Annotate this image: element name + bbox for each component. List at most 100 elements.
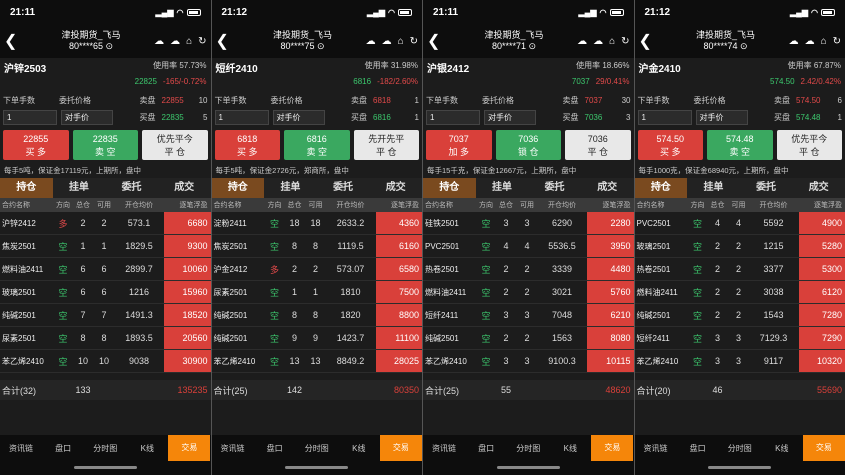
nav-item-3[interactable]: K线	[549, 443, 591, 454]
tab-3[interactable]: 成交	[158, 178, 211, 198]
refresh-icon[interactable]: ↻	[410, 36, 418, 47]
nav-item-4[interactable]: 交易	[591, 435, 634, 461]
table-row[interactable]: 苯乙烯2410 空 3 3 9117 10320	[634, 350, 845, 373]
table-row[interactable]: 热卷2501 空 2 2 3377 5300	[634, 258, 845, 281]
contract-name[interactable]: 沪金2410	[639, 60, 681, 75]
tab-1[interactable]: 挂单	[687, 178, 740, 198]
column-header[interactable]: 逐笔浮盈	[799, 200, 845, 210]
back-icon[interactable]: ❮	[216, 31, 232, 51]
refresh-icon[interactable]: ↻	[198, 36, 206, 47]
contract-name[interactable]: 短纤2410	[216, 60, 258, 75]
tab-0[interactable]: 持仓	[634, 178, 688, 198]
chevron-down-icon[interactable]: ⊙	[317, 41, 325, 51]
nav-item-0[interactable]: 资讯链	[212, 443, 254, 454]
table-row[interactable]: 短纤2411 空 3 3 7048 6210	[423, 304, 634, 327]
order-button-0[interactable]: 574.50 买 多	[637, 130, 703, 160]
tab-3[interactable]: 成交	[792, 178, 845, 198]
column-header[interactable]: 方向	[689, 200, 707, 210]
nav-item-0[interactable]: 资讯链	[0, 443, 42, 454]
table-row[interactable]: 短纤2411 空 3 3 7129.3 7290	[634, 327, 845, 350]
table-row[interactable]: 纯碱2501 空 8 8 1820 8800	[211, 304, 422, 327]
qty-input[interactable]: 1	[426, 110, 480, 125]
order-button-1[interactable]: 6816 卖 空	[284, 130, 350, 160]
cloud-upload-icon[interactable]: ☁	[789, 36, 799, 47]
tab-1[interactable]: 挂单	[264, 178, 317, 198]
column-header[interactable]: 总仓	[495, 200, 517, 210]
tab-0[interactable]: 持仓	[0, 178, 53, 198]
table-row[interactable]: 纯碱2501 空 7 7 1491.3 18520	[0, 304, 211, 327]
table-row[interactable]: PVC2501 空 4 4 5536.5 3950	[423, 235, 634, 258]
column-header[interactable]: 可用	[94, 200, 114, 210]
nav-item-2[interactable]: 分时图	[84, 443, 126, 454]
tab-3[interactable]: 成交	[369, 178, 422, 198]
price-input[interactable]: 对手价	[484, 110, 536, 125]
column-header[interactable]: 方向	[477, 200, 495, 210]
nav-item-3[interactable]: K线	[761, 443, 803, 454]
nav-item-1[interactable]: 盘口	[677, 443, 719, 454]
chevron-down-icon[interactable]: ⊙	[106, 41, 114, 51]
table-row[interactable]: 纯碱2501 空 2 2 1563 8080	[423, 327, 634, 350]
column-header[interactable]: 可用	[517, 200, 537, 210]
tab-3[interactable]: 成交	[581, 178, 634, 198]
table-row[interactable]: 燃料油2411 空 2 2 3038 6120	[634, 281, 845, 304]
tab-2[interactable]: 委托	[740, 178, 793, 198]
chevron-down-icon[interactable]: ⊙	[740, 41, 748, 51]
chevron-down-icon[interactable]: ⊙	[529, 41, 537, 51]
nav-item-0[interactable]: 资讯链	[423, 443, 465, 454]
column-header[interactable]: 可用	[729, 200, 749, 210]
table-row[interactable]: 纯碱2501 空 9 9 1423.7 11100	[211, 327, 422, 350]
column-header[interactable]: 总仓	[707, 200, 729, 210]
nav-item-4[interactable]: 交易	[802, 435, 845, 461]
bank-icon[interactable]: ⌂	[186, 36, 192, 47]
tab-1[interactable]: 挂单	[476, 178, 529, 198]
nav-item-3[interactable]: K线	[126, 443, 168, 454]
column-header[interactable]: 合约名称	[212, 200, 266, 210]
refresh-icon[interactable]: ↻	[621, 36, 629, 47]
column-header[interactable]: 开仓均价	[326, 200, 376, 210]
tab-2[interactable]: 委托	[528, 178, 581, 198]
table-row[interactable]: 尿素2501 空 8 8 1893.5 20560	[0, 327, 211, 350]
nav-item-1[interactable]: 盘口	[42, 443, 84, 454]
order-button-2[interactable]: 先开先平平 仓	[353, 130, 419, 160]
table-row[interactable]: 硅铁2501 空 3 3 6290 2280	[423, 212, 634, 235]
column-header[interactable]: 逐笔浮盈	[587, 200, 634, 210]
table-row[interactable]: 沪锌2412 多 2 2 573.1 6680	[0, 212, 211, 235]
table-row[interactable]: 焦炭2501 空 8 8 1119.5 6160	[211, 235, 422, 258]
table-row[interactable]: 淀粉2411 空 18 18 2633.2 4360	[211, 212, 422, 235]
cloud-download-icon[interactable]: ☁	[382, 36, 392, 47]
column-header[interactable]: 总仓	[72, 200, 94, 210]
tab-2[interactable]: 委托	[105, 178, 158, 198]
nav-item-1[interactable]: 盘口	[254, 443, 296, 454]
table-row[interactable]: 热卷2501 空 2 2 3339 4480	[423, 258, 634, 281]
cloud-download-icon[interactable]: ☁	[805, 36, 815, 47]
cloud-upload-icon[interactable]: ☁	[577, 36, 587, 47]
cloud-upload-icon[interactable]: ☁	[366, 36, 376, 47]
nav-item-4[interactable]: 交易	[168, 435, 211, 461]
column-header[interactable]: 总仓	[284, 200, 306, 210]
order-button-2[interactable]: 优先平今平 仓	[142, 130, 208, 160]
qty-input[interactable]: 1	[637, 110, 692, 125]
tab-0[interactable]: 持仓	[211, 178, 265, 198]
price-input[interactable]: 对手价	[272, 110, 325, 125]
table-row[interactable]: 玻璃2501 空 2 2 1215 5280	[634, 235, 845, 258]
table-row[interactable]: 焦炭2501 空 1 1 1829.5 9300	[0, 235, 211, 258]
bank-icon[interactable]: ⌂	[398, 36, 404, 47]
nav-item-2[interactable]: 分时图	[507, 443, 549, 454]
nav-item-4[interactable]: 交易	[379, 435, 422, 461]
column-header[interactable]: 逐笔浮盈	[376, 200, 423, 210]
table-row[interactable]: 燃料油2411 空 6 6 2899.7 10060	[0, 258, 211, 281]
order-button-1[interactable]: 7036 锁 仓	[495, 130, 561, 160]
table-row[interactable]: 尿素2501 空 1 1 1810 7500	[211, 281, 422, 304]
refresh-icon[interactable]: ↻	[833, 36, 841, 47]
cloud-upload-icon[interactable]: ☁	[154, 36, 164, 47]
column-header[interactable]: 开仓均价	[537, 200, 587, 210]
column-header[interactable]: 方向	[266, 200, 284, 210]
price-input[interactable]: 对手价	[695, 110, 748, 125]
contract-name[interactable]: 沪锌2503	[4, 60, 46, 75]
column-header[interactable]: 方向	[54, 200, 72, 210]
order-button-2[interactable]: 7036 平 仓	[565, 130, 631, 160]
column-header[interactable]: 合约名称	[423, 200, 477, 210]
table-row[interactable]: 苯乙烯2410 空 10 10 9038 30900	[0, 350, 211, 373]
order-button-0[interactable]: 22855 买 多	[3, 130, 69, 160]
column-header[interactable]: 开仓均价	[114, 200, 164, 210]
